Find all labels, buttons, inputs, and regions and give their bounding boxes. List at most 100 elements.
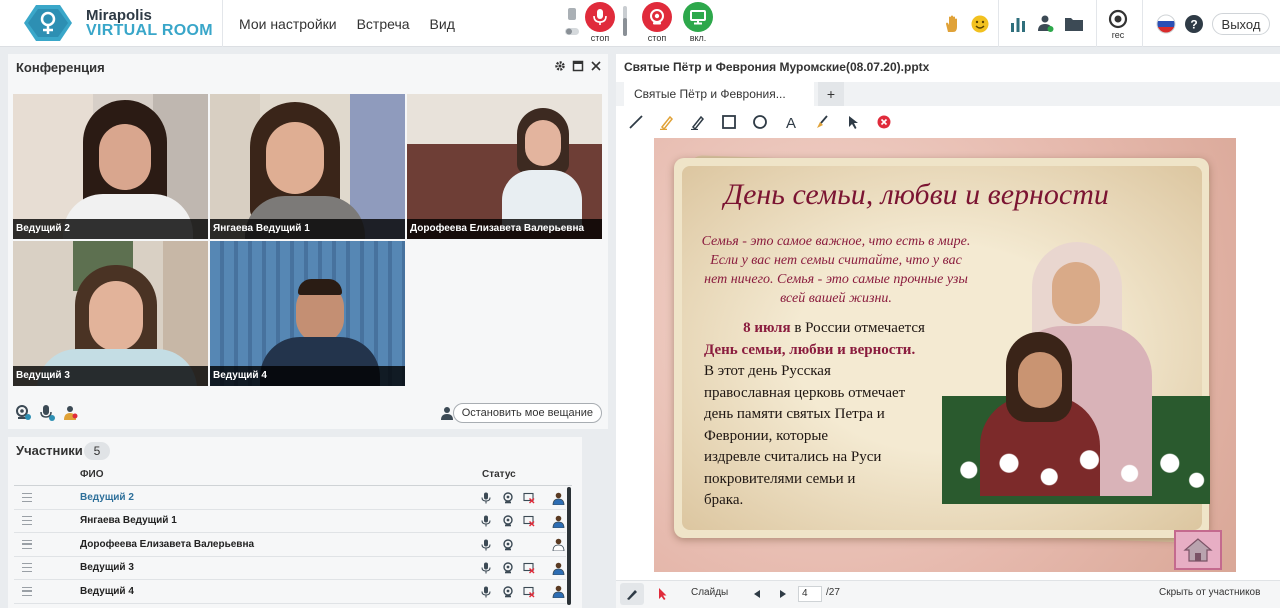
microphone-settings-icon[interactable] (38, 404, 56, 422)
video-tile-4[interactable]: Ведущий 3 (13, 241, 208, 386)
drag-handle-icon[interactable] (22, 563, 32, 573)
user-icon (441, 407, 453, 420)
column-header-status[interactable]: Статус (482, 469, 516, 480)
next-slide-icon[interactable] (778, 589, 788, 599)
slide-number-input[interactable]: 4 (798, 586, 822, 602)
highlighter-tool[interactable] (655, 112, 679, 132)
raise-hand-icon (946, 15, 957, 32)
drag-handle-icon[interactable] (22, 493, 32, 502)
clear-tool[interactable] (872, 112, 896, 132)
screen-share-label: вкл. (689, 33, 707, 43)
user-role-icon[interactable] (551, 491, 565, 505)
slide-canvas[interactable]: День семьи, любви и верности Семья - это… (654, 138, 1236, 572)
close-icon[interactable] (590, 60, 602, 72)
files-button[interactable] (1062, 12, 1086, 36)
participant-name: Ведущий 3 (80, 562, 134, 574)
home-button[interactable] (1174, 530, 1222, 570)
svg-text:?: ? (1190, 18, 1197, 32)
participant-row[interactable]: Ведущий 2 (14, 487, 566, 510)
pen-tool[interactable] (686, 112, 710, 132)
webcam-settings-icon[interactable] (14, 404, 32, 422)
draw-mode-button[interactable] (620, 583, 644, 605)
webcam-stop-button[interactable]: стоп (642, 2, 672, 43)
participants-scrollbar[interactable] (567, 487, 571, 605)
user-role-icon[interactable] (551, 538, 565, 552)
participant-row[interactable]: Ведущий 4 (14, 581, 566, 604)
participants-title: Участники (16, 443, 83, 458)
video-tile-5[interactable]: Ведущий 4 (210, 241, 405, 386)
microphone-icon[interactable] (479, 514, 493, 528)
screen-share-off-icon[interactable] (522, 514, 536, 528)
participant-row[interactable]: Ведущий 3 (14, 557, 566, 581)
participant-row[interactable]: Дорофеева Елизавета Валерьевна (14, 534, 566, 557)
pointer-tool[interactable] (841, 112, 865, 132)
drag-handle-icon[interactable] (22, 516, 32, 526)
help-button[interactable]: ? (1182, 12, 1206, 36)
rectangle-tool[interactable] (717, 112, 741, 132)
screen-share-button[interactable]: вкл. (683, 2, 713, 43)
logo: Mirapolis VIRTUAL ROOM (22, 3, 222, 43)
logo-text-line2: VIRTUAL ROOM (86, 22, 213, 39)
tab-presentation[interactable]: Святые Пётр и Феврония... (624, 82, 814, 106)
video-tile-2[interactable]: Янгаева Ведущий 1 (210, 94, 405, 239)
maximize-icon[interactable] (572, 60, 584, 72)
menu-meeting[interactable]: Встреча (357, 16, 410, 32)
record-button[interactable]: rec (1108, 9, 1128, 40)
conference-title: Конференция (16, 60, 105, 75)
mic-stop-label: стоп (590, 33, 610, 43)
video-tile-3[interactable]: Дорофеева Елизавета Валерьевна (407, 94, 602, 239)
pen-icon (691, 115, 705, 130)
webcam-icon[interactable] (501, 514, 515, 528)
slides-label[interactable]: Слайды (691, 587, 728, 598)
stats-button[interactable] (1006, 12, 1030, 36)
circle-tool[interactable] (748, 112, 772, 132)
webcam-icon[interactable] (501, 585, 515, 599)
column-header-name[interactable]: ФИО (80, 469, 104, 480)
language-button[interactable] (1154, 12, 1178, 36)
webcam-icon[interactable] (501, 491, 515, 505)
microphone-icon[interactable] (479, 561, 493, 575)
microphone-icon (593, 9, 607, 25)
stop-broadcast-button[interactable]: Остановить мое вещание (452, 403, 602, 423)
participant-name: Дорофеева Елизавета Валерьевна (80, 538, 255, 550)
video-caption: Ведущий 2 (13, 219, 208, 239)
gear-icon[interactable] (554, 60, 566, 72)
menu-my-settings[interactable]: Мои настройки (239, 16, 337, 32)
user-role-icon[interactable] (551, 561, 565, 575)
bar-chart-icon (1011, 18, 1025, 32)
user-role-icon[interactable] (551, 514, 565, 528)
participant-row[interactable]: Янгаева Ведущий 1 (14, 510, 566, 534)
video-caption: Ведущий 3 (13, 366, 208, 386)
audio-settings-icon[interactable] (564, 6, 580, 42)
screen-share-off-icon[interactable] (522, 561, 536, 575)
moderation-button[interactable] (1034, 12, 1058, 36)
text-tool[interactable]: A (779, 112, 803, 132)
hide-from-participants-button[interactable]: Скрыть от участников (1159, 587, 1260, 598)
microphone-icon[interactable] (479, 538, 493, 552)
screen-share-icon (690, 10, 706, 25)
eraser-tool[interactable] (810, 112, 834, 132)
previous-slide-icon[interactable] (752, 589, 762, 599)
add-tab-button[interactable]: + (818, 82, 844, 106)
pointer-icon[interactable] (656, 587, 668, 601)
video-tile-1[interactable]: Ведущий 2 (13, 94, 208, 239)
webcam-icon[interactable] (501, 561, 515, 575)
user-audio-icon[interactable] (62, 404, 80, 422)
exit-button[interactable]: Выход (1212, 13, 1270, 35)
line-icon (629, 115, 643, 129)
user-role-icon[interactable] (551, 585, 565, 599)
drag-handle-icon[interactable] (22, 539, 32, 549)
mic-stop-button[interactable]: стоп (585, 2, 615, 43)
screen-share-off-icon[interactable] (522, 585, 536, 599)
participant-name: Ведущий 2 (80, 492, 134, 503)
drag-handle-icon[interactable] (22, 586, 32, 596)
raise-hand-button[interactable] (940, 12, 964, 36)
webcam-icon[interactable] (501, 538, 515, 552)
microphone-icon[interactable] (479, 491, 493, 505)
line-tool[interactable] (624, 112, 648, 132)
menu-view[interactable]: Вид (430, 16, 455, 32)
screen-share-off-icon[interactable] (522, 491, 536, 505)
microphone-icon[interactable] (479, 585, 493, 599)
emoji-button[interactable] (968, 12, 992, 36)
logo-text-line1: Mirapolis (86, 7, 152, 24)
